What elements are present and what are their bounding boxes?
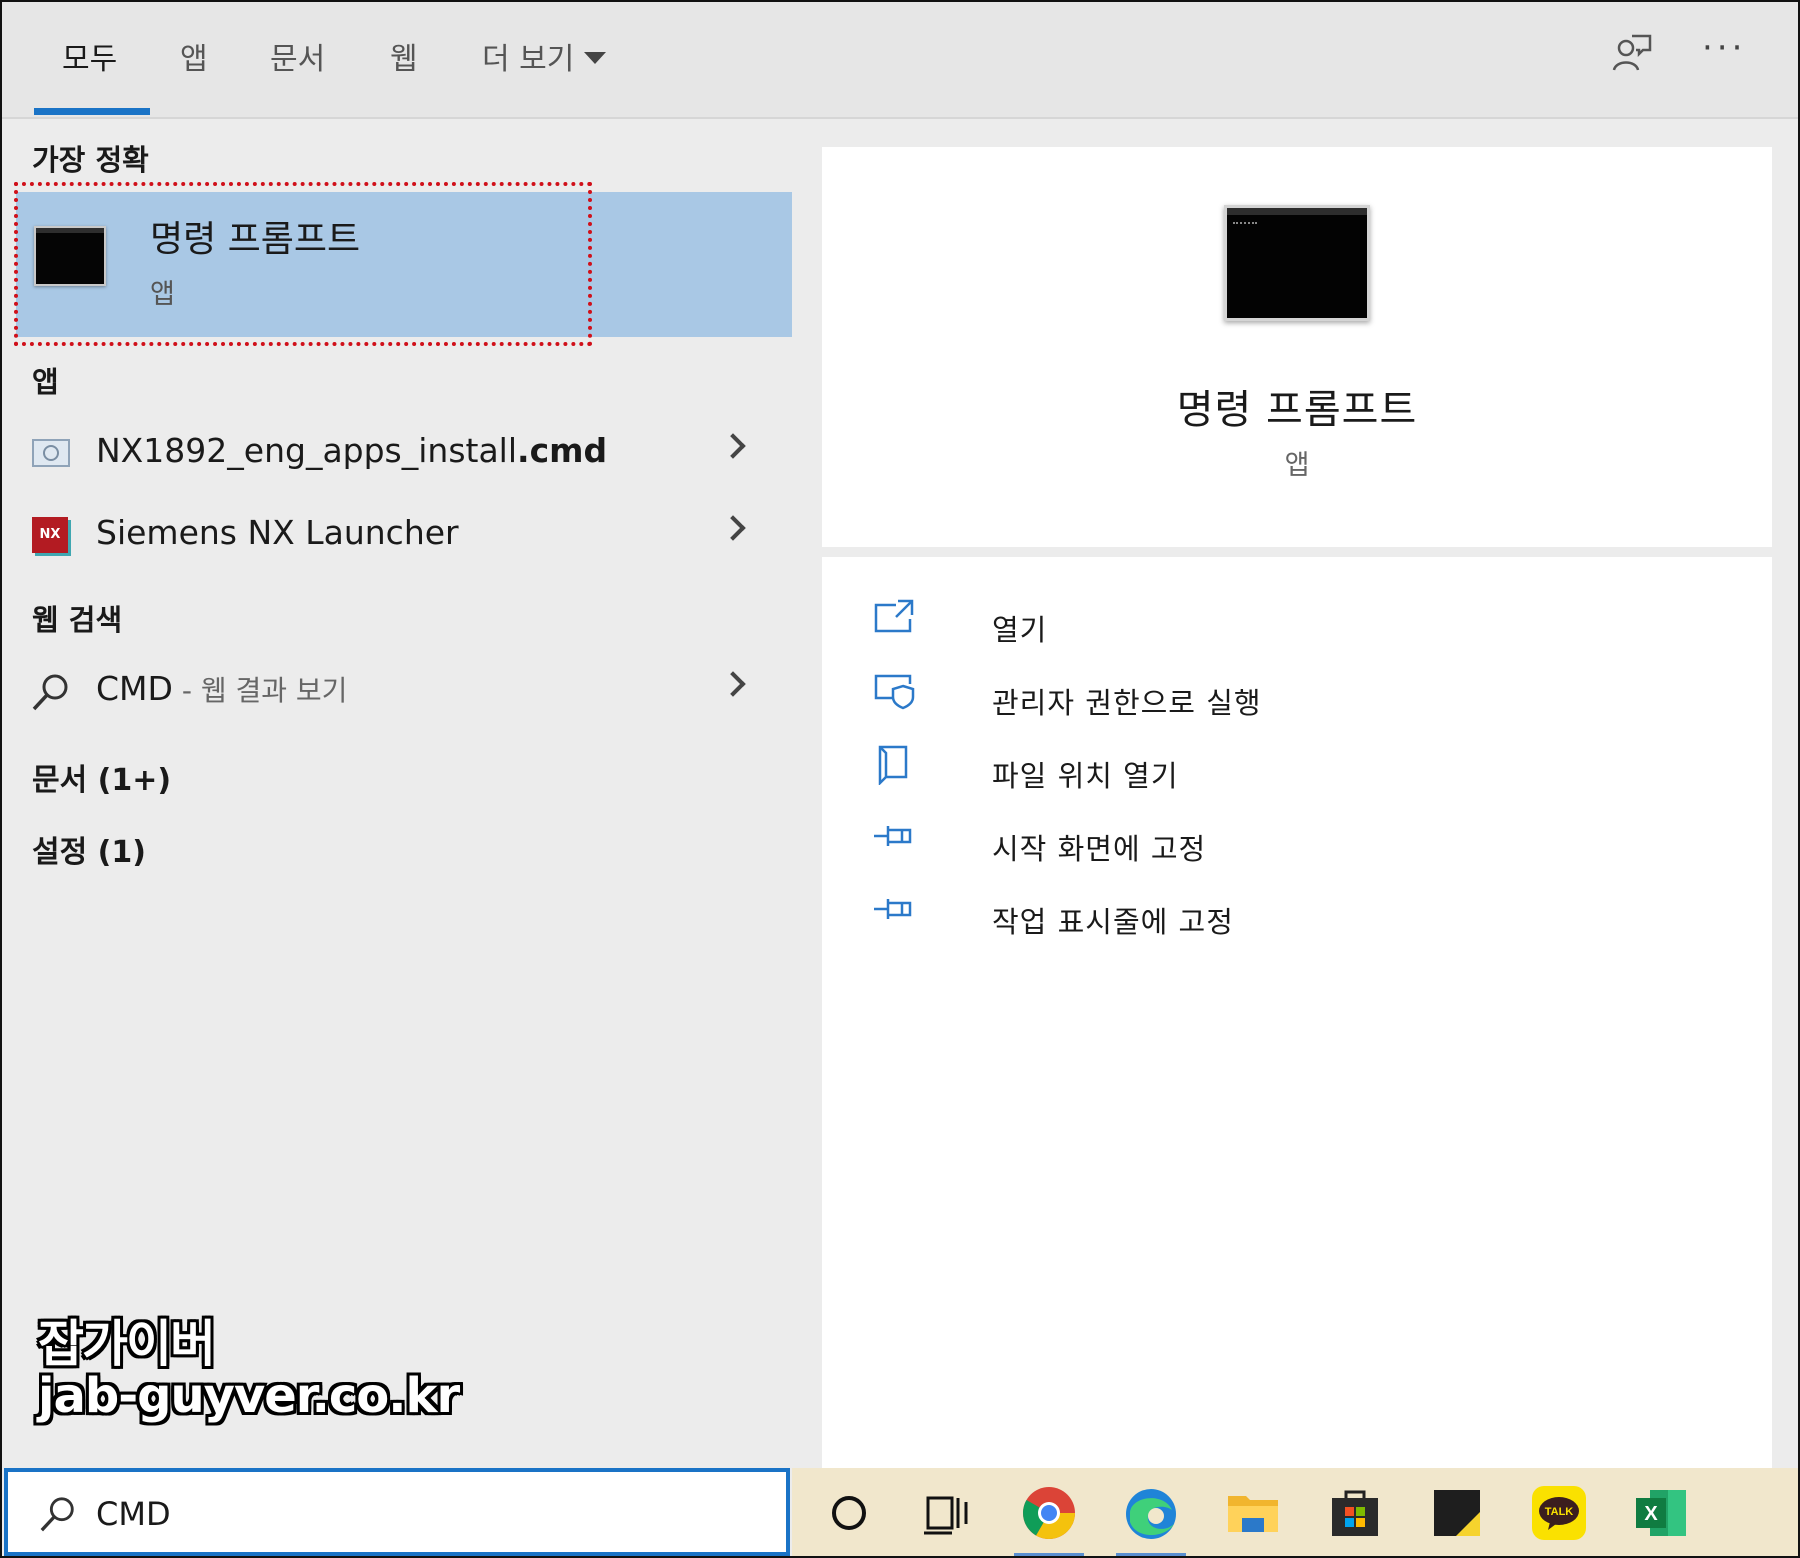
app-result-nx-install-cmd[interactable]: NX1892_eng_apps_install.cmd bbox=[2, 419, 792, 491]
web-search-result[interactable]: CMD - 웹 결과 보기 bbox=[2, 657, 792, 729]
tab-more[interactable]: 더 보기 bbox=[482, 34, 607, 78]
chevron-right-icon[interactable] bbox=[720, 433, 746, 459]
tab-web[interactable]: 웹 bbox=[390, 34, 418, 78]
edge-icon[interactable] bbox=[1116, 1478, 1186, 1556]
action-pin-to-start-label: 시작 화면에 고정 bbox=[992, 832, 1207, 866]
scope-tab-bar: 모두 앱 문서 웹 더 보기 ··· bbox=[2, 2, 1798, 119]
cmd-file-icon bbox=[32, 439, 70, 467]
action-pin-to-taskbar[interactable]: 작업 표시줄에 고정 bbox=[872, 889, 1472, 943]
app-result-siemens-nx[interactable]: NX Siemens NX Launcher bbox=[2, 501, 792, 573]
sticky-notes-icon[interactable] bbox=[1422, 1478, 1492, 1548]
search-box[interactable] bbox=[4, 1468, 790, 1556]
best-match-title: 명령 프롬프트 bbox=[150, 219, 361, 260]
caret-down-icon bbox=[584, 51, 607, 64]
running-indicator bbox=[1014, 1553, 1084, 1556]
action-open-file-location-label: 파일 위치 열기 bbox=[992, 759, 1179, 793]
pin-start-icon bbox=[872, 816, 916, 860]
app-preview-card: 명령 프롬프트 앱 bbox=[822, 147, 1772, 547]
search-icon bbox=[30, 671, 72, 717]
preview-subtitle: 앱 bbox=[1284, 450, 1310, 481]
web-result-label: CMD - 웹 결과 보기 bbox=[96, 669, 347, 709]
documents-heading[interactable]: 문서 (1+) bbox=[32, 755, 171, 799]
chevron-right-icon[interactable] bbox=[720, 515, 746, 541]
kakaotalk-icon-text: TALK bbox=[1545, 1506, 1574, 1518]
action-pin-to-start[interactable]: 시작 화면에 고정 bbox=[872, 816, 1472, 870]
chrome-icon[interactable] bbox=[1014, 1478, 1084, 1556]
excel-icon[interactable]: X bbox=[1626, 1478, 1696, 1548]
web-query: CMD bbox=[96, 669, 173, 708]
running-indicator bbox=[1116, 1553, 1186, 1556]
app-name-extension: .cmd bbox=[517, 431, 608, 470]
best-match-heading: 가장 정확 bbox=[32, 143, 149, 177]
best-match-item[interactable]: 명령 프롬프트 앱 bbox=[16, 192, 792, 337]
best-match-subtitle: 앱 bbox=[150, 279, 175, 310]
file-explorer-icon[interactable] bbox=[1218, 1478, 1288, 1548]
action-pin-to-taskbar-label: 작업 표시줄에 고정 bbox=[992, 905, 1234, 939]
search-icon bbox=[38, 1494, 78, 1538]
feedback-icon[interactable] bbox=[1610, 32, 1654, 80]
cortana-icon[interactable] bbox=[814, 1478, 884, 1548]
task-view-icon[interactable] bbox=[912, 1478, 982, 1548]
search-window: 모두 앱 문서 웹 더 보기 ··· 가장 정확 명령 프롬프트 앱 앱 NX1… bbox=[0, 0, 1800, 1558]
chevron-right-icon[interactable] bbox=[720, 671, 746, 697]
nx-launcher-icon: NX bbox=[32, 517, 68, 553]
store-icon[interactable] bbox=[1320, 1478, 1390, 1548]
action-open-file-location[interactable]: 파일 위치 열기 bbox=[872, 743, 1472, 797]
settings-heading[interactable]: 설정 (1) bbox=[32, 827, 146, 871]
app-result-label: NX1892_eng_apps_install.cmd bbox=[96, 431, 607, 470]
kakaotalk-icon[interactable]: TALK bbox=[1524, 1478, 1594, 1548]
action-open-label: 열기 bbox=[992, 613, 1048, 647]
tab-apps[interactable]: 앱 bbox=[180, 34, 208, 78]
site-watermark: 잡가이버 jab-guyver.co.kr bbox=[38, 1315, 460, 1424]
tab-more-label: 더 보기 bbox=[482, 42, 575, 77]
pin-taskbar-icon bbox=[872, 889, 916, 933]
web-search-heading: 웹 검색 bbox=[32, 603, 123, 637]
taskbar: TALK X bbox=[792, 1468, 1798, 1556]
web-result-suffix: - 웹 결과 보기 bbox=[172, 674, 348, 707]
preview-title: 명령 프롬프트 bbox=[1176, 387, 1418, 433]
action-open[interactable]: 열기 bbox=[872, 597, 1472, 651]
more-options-icon[interactable]: ··· bbox=[1702, 28, 1746, 68]
active-tab-indicator bbox=[34, 108, 150, 115]
watermark-url: jab-guyver.co.kr bbox=[38, 1367, 460, 1424]
action-run-as-admin-label: 관리자 권한으로 실행 bbox=[992, 686, 1262, 720]
command-prompt-large-icon bbox=[1224, 205, 1370, 321]
run-as-admin-icon bbox=[872, 670, 916, 714]
tab-documents[interactable]: 문서 bbox=[270, 34, 325, 78]
app-name-plain: NX1892_eng_apps_install bbox=[96, 431, 518, 470]
action-run-as-admin[interactable]: 관리자 권한으로 실행 bbox=[872, 670, 1472, 724]
open-icon bbox=[872, 597, 916, 641]
tab-all[interactable]: 모두 bbox=[62, 34, 117, 78]
results-pane: 가장 정확 명령 프롬프트 앱 앱 NX1892_eng_apps_instal… bbox=[2, 119, 792, 1469]
excel-icon-text: X bbox=[1644, 1503, 1658, 1525]
file-location-icon bbox=[872, 743, 916, 789]
search-input[interactable] bbox=[94, 1488, 698, 1540]
app-result-label: Siemens NX Launcher bbox=[96, 513, 459, 552]
watermark-brand: 잡가이버 bbox=[38, 1315, 216, 1373]
apps-heading: 앱 bbox=[32, 365, 59, 399]
action-list: 열기 관리자 권한으로 실행 파일 위치 열기 시작 화면에 고정 작업 표시줄… bbox=[822, 557, 1772, 1469]
command-prompt-icon bbox=[34, 226, 106, 286]
